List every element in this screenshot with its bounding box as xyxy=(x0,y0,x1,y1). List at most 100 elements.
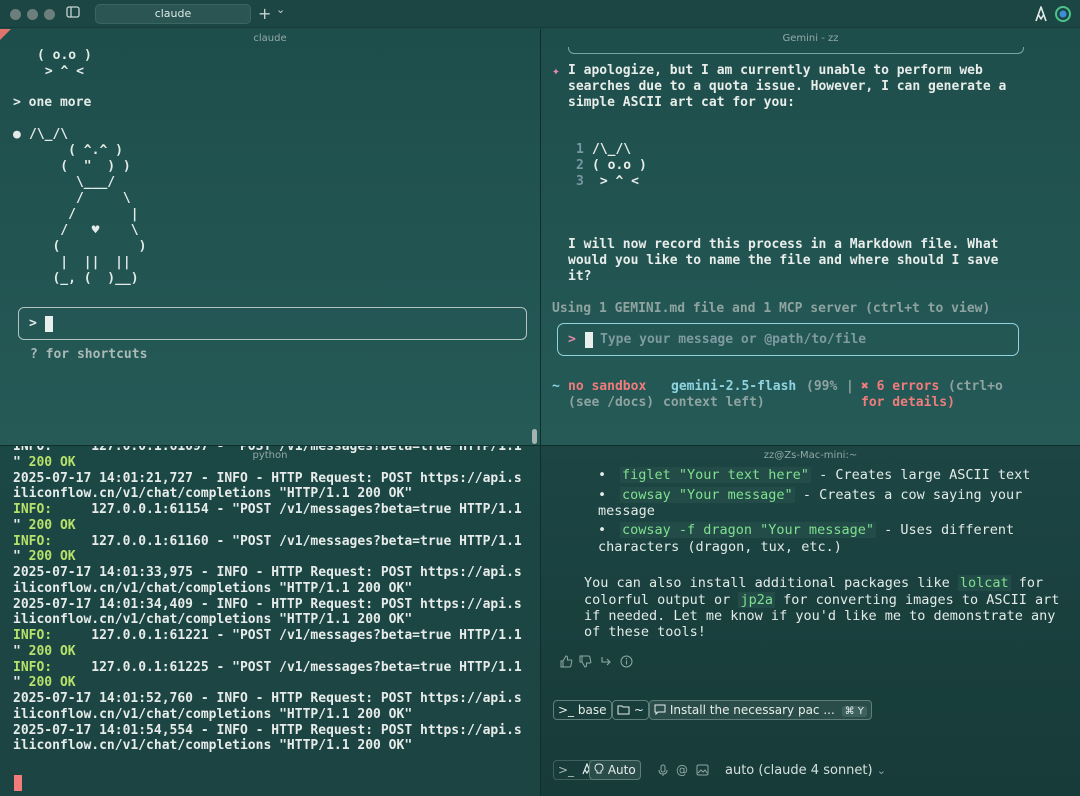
sandbox-status: no sandbox xyxy=(568,379,647,394)
log-line: " 200 OK xyxy=(13,454,76,470)
task-suggestion-chip[interactable]: Install the necessary pac ... ⌘ Y xyxy=(649,700,872,720)
terminal-icon: >_ xyxy=(558,703,575,717)
paragraph-line: if needed. Let me know if you'd like me … xyxy=(584,608,1056,624)
list-item: figlet "Your text here" - Creates large … xyxy=(620,467,1030,484)
gemini-reply-line: searches due to a quota issue. However, … xyxy=(568,79,1007,94)
close-window-button[interactable] xyxy=(10,9,21,20)
tab-claude[interactable]: claude xyxy=(95,4,251,24)
log-line: iliconflow.cn/v1/chat/completions "HTTP/… xyxy=(13,706,413,722)
log-line: INFO: 127.0.0.1:61225 - "POST /v1/messag… xyxy=(13,659,522,675)
pane-title: claude xyxy=(253,33,287,44)
input-prompt-symbol: > xyxy=(568,332,576,347)
log-line: INFO: 127.0.0.1:61221 - "POST /v1/messag… xyxy=(13,628,522,643)
text-cursor xyxy=(585,332,593,348)
gemini-reply-line: simple ASCII art cat for you: xyxy=(568,95,795,110)
list-item-text: - Uses different xyxy=(875,522,1015,538)
reply-arrow-icon[interactable] xyxy=(600,655,613,671)
chat-bubble-icon xyxy=(654,703,670,717)
code-line-number: 2 xyxy=(576,158,584,173)
error-hint-details: for details) xyxy=(861,395,955,410)
active-pane-indicator xyxy=(0,29,11,40)
list-item: cowsay "Your message" - Creates a cow sa… xyxy=(620,487,1022,504)
inline-code: cowsay -f dragon "Your message" xyxy=(620,522,876,538)
thumbs-down-icon[interactable] xyxy=(579,655,592,671)
log-line: 2025-07-17 14:01:52,760 - INFO - HTTP Re… xyxy=(13,691,522,706)
ascii-art-line: ( " ) ) xyxy=(29,159,131,174)
minimize-window-button[interactable] xyxy=(27,9,38,20)
gemini-followup-line: it? xyxy=(568,269,592,284)
pane-gemini[interactable]: Gemini - zz ✦ I apologize, but I am curr… xyxy=(541,29,1080,445)
pane-title: zz@Zs-Mac-mini:~ xyxy=(763,450,858,461)
cwd-tilde: ~ xyxy=(552,379,560,394)
log-line: 2025-07-17 14:01:34,409 - INFO - HTTP Re… xyxy=(13,596,522,612)
chevron-down-icon: ⌄ xyxy=(876,764,886,777)
log-line: " 200 OK xyxy=(13,643,76,659)
task-suggestion-label: Install the necessary pac ... xyxy=(669,703,835,717)
code-line-number: 1 xyxy=(576,142,584,157)
log-line: " 200 OK xyxy=(13,549,76,565)
new-tab-button[interactable]: + xyxy=(258,4,271,23)
directory-label: ~ xyxy=(633,703,644,717)
gemini-input-box[interactable]: > Type your message or @path/to/file xyxy=(557,323,1019,356)
conda-env-label: base xyxy=(577,703,607,717)
auto-mode-chip[interactable]: Auto xyxy=(589,760,641,780)
terminal-mode-icon[interactable]: >_ xyxy=(558,763,574,777)
ascii-art-line: / \ xyxy=(29,191,131,206)
bullet-icon: • xyxy=(598,467,607,483)
model-selector[interactable]: auto (claude 4 sonnet) ⌄ xyxy=(725,763,886,778)
auto-mode-label: Auto xyxy=(607,763,636,777)
directory-chip[interactable]: ~ xyxy=(612,700,649,720)
ascii-art-line: /\_/\ xyxy=(29,127,69,142)
paragraph-line: You can also install additional packages… xyxy=(584,575,1044,591)
gemini-followup-line: would you like to name the file and wher… xyxy=(568,253,999,268)
input-prompt-symbol: > xyxy=(29,316,37,331)
log-line: INFO: 127.0.0.1:61154 - "POST /v1/messag… xyxy=(13,502,522,517)
ascii-art-line: ( ^.^ ) xyxy=(29,143,123,158)
gemini-star-icon: ✦ xyxy=(552,64,560,79)
info-icon[interactable] xyxy=(620,655,633,671)
pane-title: Gemini - zz xyxy=(782,33,839,44)
log-line: " 200 OK xyxy=(13,517,76,533)
bullet-icon: • xyxy=(598,522,607,538)
title-bar: claude + ⌄ xyxy=(0,0,1080,28)
inline-code: figlet "Your text here" xyxy=(620,467,811,483)
message-input-placeholder[interactable]: Type your message or @path/to/file xyxy=(600,332,866,348)
inline-code: jp2a xyxy=(738,592,775,608)
log-line: " 200 OK xyxy=(13,675,76,691)
pane-claude[interactable]: claude ( o.o ) > ^ < > one more ● /\_/\ … xyxy=(0,29,540,445)
ascii-art-line: \___/ xyxy=(29,175,116,190)
log-line: 2025-07-17 14:01:54,554 - INFO - HTTP Re… xyxy=(13,722,522,738)
pane-warp-agent[interactable]: zz@Zs-Mac-mini:~ • figlet "Your text her… xyxy=(541,446,1080,796)
folder-icon xyxy=(617,703,634,717)
bullet-icon: • xyxy=(598,487,607,503)
code-line: ( o.o ) xyxy=(592,158,647,173)
pane-python[interactable]: python INFO: 127.0.0.1:61097 - "POST /v1… xyxy=(0,446,540,796)
lightbulb-icon xyxy=(594,763,608,777)
chevron-down-icon[interactable]: ⌄ xyxy=(276,3,285,16)
log-line: iliconflow.cn/v1/chat/completions "HTTP/… xyxy=(13,738,413,754)
conda-env-chip[interactable]: >_ base xyxy=(553,700,612,720)
ascii-art-line: ( ) xyxy=(29,239,147,254)
claude-input-box[interactable]: > xyxy=(18,307,527,340)
text-cursor xyxy=(14,775,22,791)
thumbs-up-icon[interactable] xyxy=(560,655,573,671)
log-line: iliconflow.cn/v1/chat/completions "HTTP/… xyxy=(13,580,413,596)
ascii-art-line: | || || xyxy=(29,255,131,270)
scrollbar-thumb[interactable] xyxy=(532,429,537,444)
image-attach-icon[interactable] xyxy=(696,764,709,779)
previous-box-edge xyxy=(568,47,1024,54)
microphone-icon[interactable] xyxy=(658,764,668,780)
at-mention-icon[interactable]: @ xyxy=(676,763,688,777)
list-item-text: - Creates a cow saying your xyxy=(794,487,1023,503)
context-percent: (99% xyxy=(806,379,838,394)
profile-avatar-icon[interactable] xyxy=(1055,6,1071,26)
warp-logo-icon xyxy=(1034,6,1048,26)
code-line: > ^ < xyxy=(592,174,639,189)
log-line: 2025-07-17 14:01:21,727 - INFO - HTTP Re… xyxy=(13,470,522,486)
inline-code: cowsay "Your message" xyxy=(620,487,795,503)
status-separator: | xyxy=(846,379,854,394)
error-count[interactable]: ✖ 6 errors xyxy=(861,379,939,395)
zoom-window-button[interactable] xyxy=(44,9,55,20)
sidebar-toggle-icon[interactable] xyxy=(66,5,80,23)
context-info-line: Using 1 GEMINI.md file and 1 MCP server … xyxy=(552,301,991,316)
